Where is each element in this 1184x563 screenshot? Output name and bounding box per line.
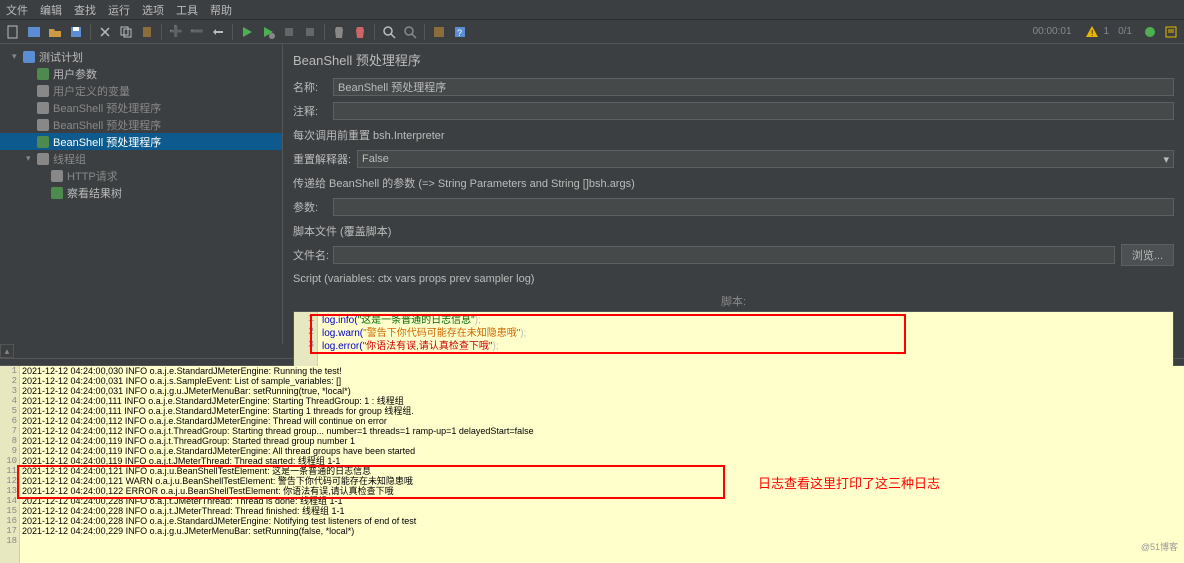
toolbar: ➕ ➖ ? 00:00:01 ! 1 0/1 — [0, 20, 1184, 44]
tree-item[interactable]: 用户定义的变量 — [0, 82, 282, 99]
menu-help[interactable]: 帮助 — [210, 2, 232, 18]
copy-icon[interactable] — [117, 23, 135, 41]
warning-icon[interactable]: ! — [1083, 23, 1101, 41]
menu-run[interactable]: 运行 — [108, 2, 130, 18]
filename-label: 文件名: — [293, 247, 333, 263]
svg-text:!: ! — [1091, 29, 1093, 38]
tree-item[interactable]: ▾线程组 — [0, 150, 282, 167]
tree-item[interactable]: 用户参数 — [0, 65, 282, 82]
menu-file[interactable]: 文件 — [6, 2, 28, 18]
warning-count: 1 — [1104, 26, 1110, 37]
reset-search-icon[interactable] — [401, 23, 419, 41]
menubar: 文件 编辑 查找 运行 选项 工具 帮助 — [0, 0, 1184, 20]
collapse-icon[interactable]: ➖ — [188, 23, 206, 41]
tree-item[interactable]: BeanShell 预处理程序 — [0, 99, 282, 116]
menu-search[interactable]: 查找 — [74, 2, 96, 18]
elapsed-timer: 00:00:01 — [1033, 26, 1072, 37]
toggle-icon[interactable] — [209, 23, 227, 41]
expand-icon[interactable]: ➕ — [167, 23, 185, 41]
scriptfile-section-label: 脚本文件 (覆盖脚本) — [293, 223, 391, 239]
params-label: 参数: — [293, 199, 333, 215]
log-panel[interactable]: 123456789101112131415161718 2021-12-12 0… — [0, 366, 1184, 563]
panel-title: BeanShell 预处理程序 — [293, 50, 1174, 69]
watermark: @51博客 — [1141, 540, 1178, 553]
menu-options[interactable]: 选项 — [142, 2, 164, 18]
browse-button[interactable]: 浏览... — [1121, 244, 1174, 266]
script-hint-label: Script (variables: ctx vars props prev s… — [293, 273, 534, 285]
paste-icon[interactable] — [138, 23, 156, 41]
tree-item[interactable]: ▾测试计划 — [0, 48, 282, 65]
params-section-label: 传递给 BeanShell 的参数 (=> String Parameters … — [293, 175, 635, 191]
log-gutter: 123456789101112131415161718 — [0, 366, 20, 563]
script-code[interactable]: log.info("这是一条普通的日志信息"); log.warn("警告下你代… — [322, 314, 526, 353]
search-icon[interactable] — [380, 23, 398, 41]
shutdown-icon[interactable] — [301, 23, 319, 41]
clear-all-icon[interactable] — [351, 23, 369, 41]
svg-text:?: ? — [457, 28, 462, 38]
tree-item[interactable]: BeanShell 预处理程序 — [0, 133, 282, 150]
help-icon[interactable]: ? — [451, 23, 469, 41]
thread-count: 0/1 — [1118, 26, 1132, 37]
name-input[interactable] — [333, 78, 1174, 96]
stop-icon[interactable] — [280, 23, 298, 41]
annotation-text-2: 日志查看这里打印了这三种日志 — [758, 473, 940, 492]
log-content: 2021-12-12 04:24:00,030 INFO o.a.j.e.Sta… — [22, 366, 534, 536]
comment-label: 注释: — [293, 103, 333, 119]
config-panel: BeanShell 预处理程序 名称: 注释: 每次调用前重置 bsh.Inte… — [283, 44, 1184, 344]
tree-item[interactable]: 察看结果树 — [0, 184, 282, 201]
reset-parser-label: 重置解释器: — [293, 151, 357, 167]
clear-icon[interactable] — [330, 23, 348, 41]
reset-section-label: 每次调用前重置 bsh.Interpreter — [293, 127, 445, 143]
chevron-down-icon: ▾ — [1163, 153, 1169, 166]
comment-input[interactable] — [333, 102, 1174, 120]
run-icon[interactable] — [238, 23, 256, 41]
status-icon — [1141, 23, 1159, 41]
menu-edit[interactable]: 编辑 — [40, 2, 62, 18]
reset-select[interactable]: False▾ — [357, 150, 1174, 168]
cut-icon[interactable] — [96, 23, 114, 41]
save-icon[interactable] — [67, 23, 85, 41]
new-icon[interactable] — [4, 23, 22, 41]
templates-icon[interactable] — [25, 23, 43, 41]
script-header: 脚本: — [293, 293, 1174, 309]
params-input[interactable] — [333, 198, 1174, 216]
func-helper-icon[interactable] — [430, 23, 448, 41]
tree-item[interactable]: BeanShell 预处理程序 — [0, 116, 282, 133]
log-toggle-icon[interactable] — [1162, 23, 1180, 41]
menu-tools[interactable]: 工具 — [176, 2, 198, 18]
filename-input[interactable] — [333, 246, 1115, 264]
tree-item[interactable]: HTTP请求 — [0, 167, 282, 184]
test-plan-tree[interactable]: ▾测试计划用户参数用户定义的变量BeanShell 预处理程序BeanShell… — [0, 44, 283, 344]
name-label: 名称: — [293, 79, 333, 95]
run-noTimer-icon[interactable] — [259, 23, 277, 41]
collapse-arrow[interactable]: ▴ — [0, 344, 14, 358]
open-icon[interactable] — [46, 23, 64, 41]
